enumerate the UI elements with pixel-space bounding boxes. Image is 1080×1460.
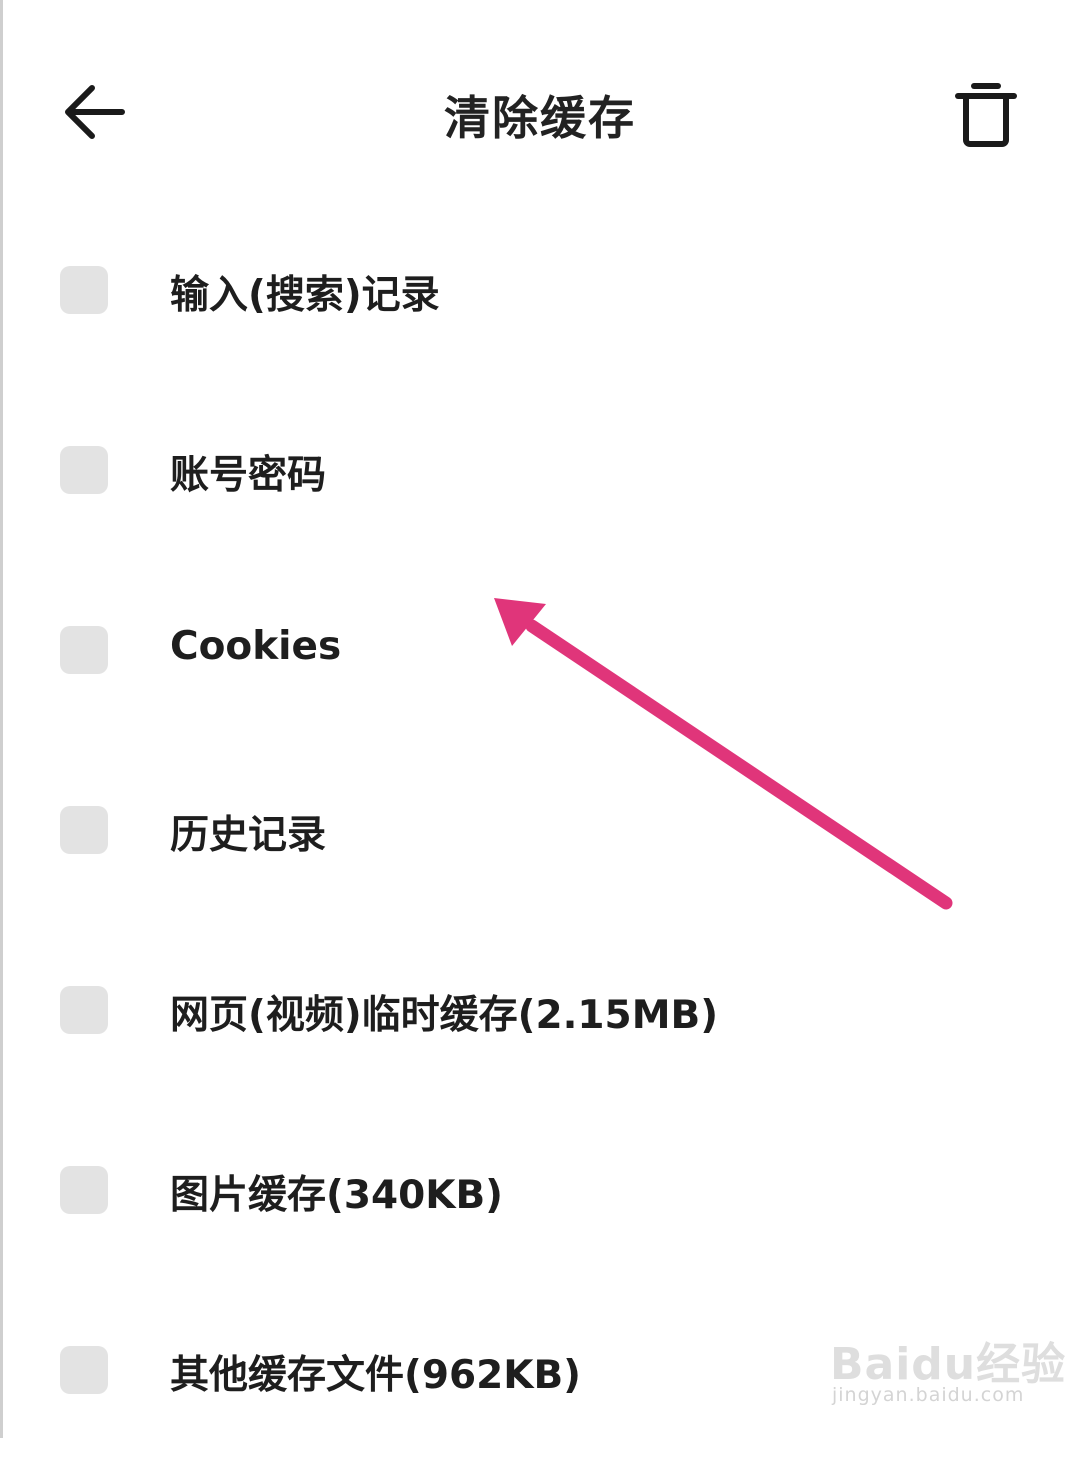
trash-icon (955, 83, 1017, 147)
watermark-url: jingyan.baidu.com (832, 1384, 1025, 1406)
app-header: 清除缓存 (0, 40, 1080, 190)
delete-button[interactable] (948, 76, 1024, 152)
checkbox[interactable] (60, 1346, 108, 1394)
option-label: 输入(搜索)记录 (170, 273, 440, 318)
checkbox[interactable] (60, 806, 108, 854)
checkbox[interactable] (60, 1166, 108, 1214)
option-image-cache[interactable]: 图片缓存(340KB) (0, 1100, 1080, 1280)
option-label: 其他缓存文件(962KB) (170, 1353, 582, 1398)
option-label: 账号密码 (170, 453, 327, 498)
checkbox[interactable] (60, 266, 108, 314)
option-label: 网页(视频)临时缓存(2.15MB) (170, 993, 719, 1038)
checkbox[interactable] (60, 986, 108, 1034)
option-input-search-history[interactable]: 输入(搜索)记录 (0, 200, 1080, 380)
option-cookies[interactable]: Cookies (0, 560, 1080, 740)
option-label: 图片缓存(340KB) (170, 1173, 504, 1218)
option-web-video-temp-cache[interactable]: 网页(视频)临时缓存(2.15MB) (0, 920, 1080, 1100)
checkbox[interactable] (60, 626, 108, 674)
option-label: Cookies (170, 624, 342, 669)
option-label: 历史记录 (170, 813, 327, 858)
watermark: Baidu经验 jingyan.baidu.com (826, 1320, 1065, 1420)
checkbox[interactable] (60, 446, 108, 494)
option-browsing-history[interactable]: 历史记录 (0, 740, 1080, 920)
status-bar-cutoff (0, 0, 1080, 14)
page-title: 清除缓存 (444, 91, 636, 145)
option-account-passwords[interactable]: 账号密码 (0, 380, 1080, 560)
watermark-brand: Baidu经验 (830, 1339, 1067, 1390)
